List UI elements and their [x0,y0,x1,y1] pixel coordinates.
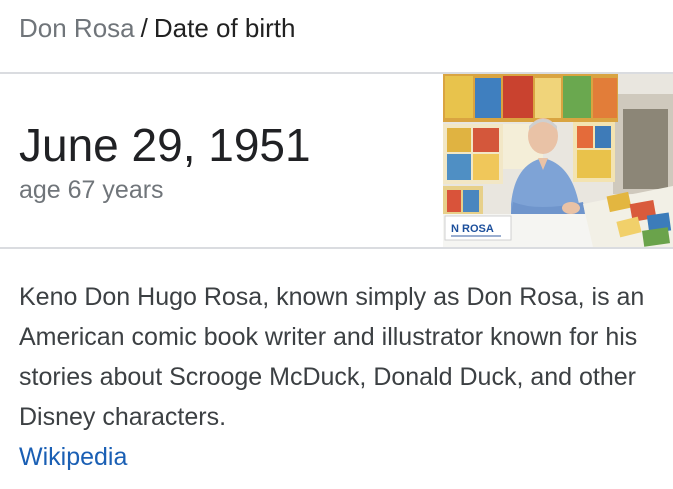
name-sign-text: N ROSA [451,223,494,235]
knowledge-panel: Don Rosa / Date of birth June 29, 1951 age… [0,0,673,489]
entity-photo[interactable]: N ROSA [443,74,673,247]
answer-block: June 29, 1951 age 67 years [19,118,311,206]
breadcrumb-entity[interactable]: Don Rosa [19,13,135,43]
answer-value: June 29, 1951 [19,119,311,171]
breadcrumb: Don Rosa / Date of birth [19,12,296,44]
answer-subtext: age 67 years [19,176,164,204]
breadcrumb-attribute: Date of birth [153,13,296,43]
bottom-divider [0,247,673,249]
description: Keno Don Hugo Rosa, known simply as Don … [19,277,659,477]
breadcrumb-separator: / [140,13,148,43]
description-text: Keno Don Hugo Rosa, known simply as Don … [19,283,645,431]
wikipedia-link[interactable]: Wikipedia [19,437,127,477]
